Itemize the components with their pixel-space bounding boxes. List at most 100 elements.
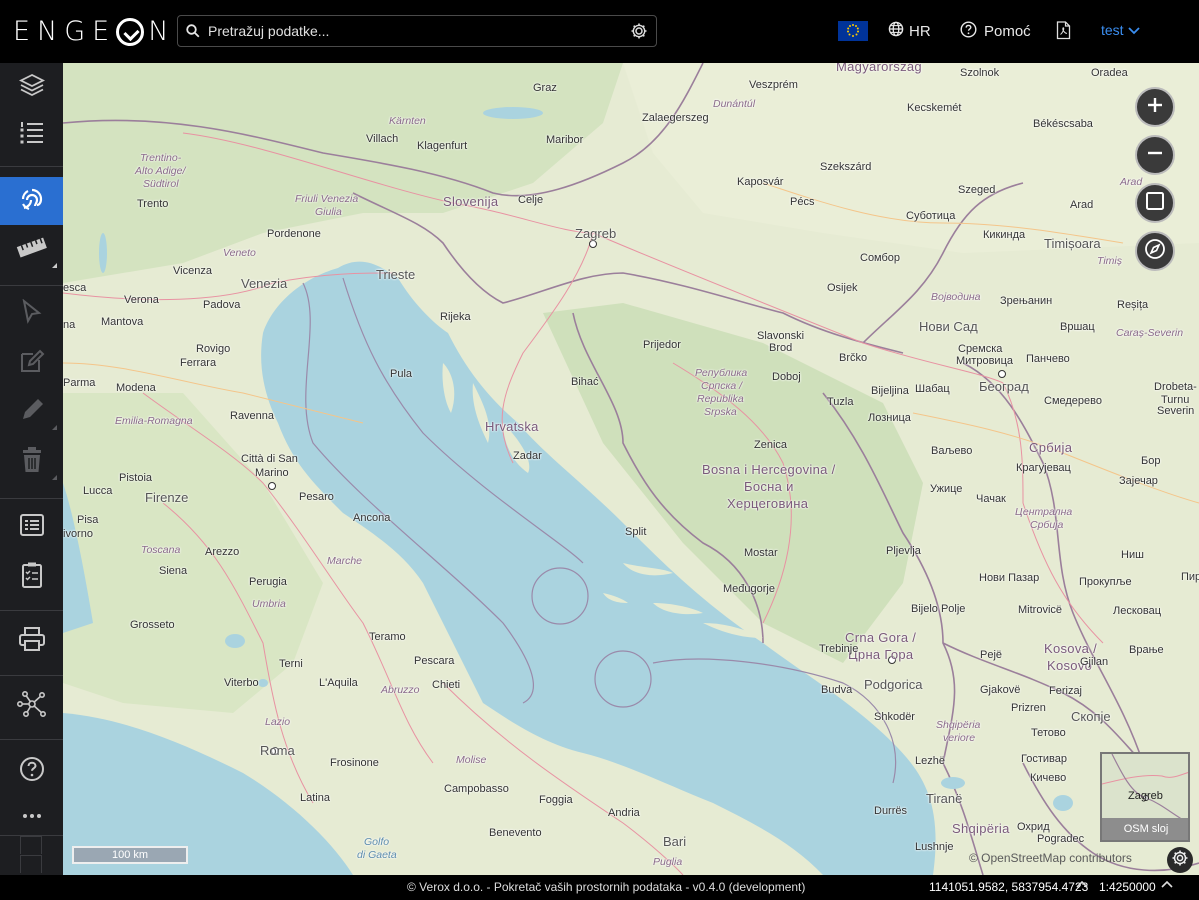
- map-label: Viterbo: [224, 677, 259, 689]
- help-button[interactable]: [0, 747, 63, 795]
- map-label: Szekszárd: [820, 161, 872, 173]
- map-label: Прокупље: [1079, 576, 1132, 588]
- collapse-handle[interactable]: [20, 836, 42, 854]
- map-label: Република: [695, 367, 748, 379]
- map-label: Zadar: [513, 450, 542, 462]
- search-icon: [178, 24, 208, 38]
- attribute-table-button[interactable]: [0, 503, 63, 551]
- identify-fingerprint-icon: [17, 184, 47, 219]
- map-label: Veszprém: [749, 79, 798, 91]
- map-canvas[interactable]: Graz Maribor Zalaegerszeg Veszprém Magya…: [63, 63, 1199, 875]
- map-label: Chieti: [432, 679, 461, 691]
- map-label: Abruzzo: [381, 684, 420, 696]
- measure-button[interactable]: [0, 226, 63, 274]
- full-extent-button[interactable]: [1135, 183, 1175, 223]
- map-label: Veneto: [223, 247, 256, 259]
- map-label: Pogradec: [1037, 833, 1085, 845]
- network-icon: [16, 690, 48, 723]
- delete-button[interactable]: [0, 438, 63, 486]
- map-label: Ваљево: [931, 445, 973, 457]
- map-label: Ravenna: [230, 410, 275, 422]
- search-input[interactable]: [208, 23, 622, 39]
- map-label: Lucca: [83, 485, 113, 497]
- chevron-up-icon[interactable]: [1161, 879, 1173, 894]
- map-attribution[interactable]: © OpenStreetMap contributors: [969, 851, 1132, 865]
- map-label: Нови Пазар: [979, 572, 1040, 584]
- map-label: Лозница: [868, 412, 911, 424]
- map-label: Охрид: [1017, 821, 1050, 833]
- map-label: Latina: [300, 792, 330, 804]
- map-label: Timiș: [1097, 255, 1122, 267]
- map-label: veriore: [943, 732, 976, 744]
- map-label: Maribor: [546, 134, 584, 146]
- map-label: Mitrovicë: [1018, 604, 1063, 616]
- map-label: Marche: [327, 555, 363, 567]
- map-label: di Gaeta: [357, 849, 397, 861]
- gear-icon: [1171, 849, 1189, 872]
- chevron-up-icon[interactable]: [1076, 879, 1088, 894]
- map-label: Кичево: [1030, 772, 1067, 784]
- map-label: Friuli Venezia: [295, 193, 359, 205]
- draw-button[interactable]: [0, 388, 63, 436]
- help-link[interactable]: Pomoć: [960, 21, 1031, 42]
- map-label: Српска /: [701, 380, 743, 392]
- print-icon: [18, 626, 46, 657]
- eu-flag-icon: [838, 21, 868, 41]
- map-label: Ferrara: [180, 357, 217, 369]
- map-label: Oradea: [1091, 67, 1128, 79]
- map-label: Tuzla: [827, 396, 854, 408]
- map-label: Doboj: [772, 371, 801, 383]
- user-menu[interactable]: test: [1101, 22, 1140, 38]
- map-label: Pécs: [790, 196, 815, 208]
- zoom-out-button[interactable]: [1135, 135, 1175, 175]
- map-label: ivorno: [63, 528, 93, 540]
- map-label: Dunántúl: [713, 98, 756, 110]
- tool-sidebar: [0, 63, 63, 875]
- map-label: Zenica: [754, 439, 788, 451]
- zoom-in-button[interactable]: [1135, 87, 1175, 127]
- map-label: Arad: [1120, 176, 1143, 188]
- map-label: Campobasso: [444, 783, 509, 795]
- pdf-document-icon[interactable]: [1056, 21, 1071, 45]
- map-label: Зрењанин: [1000, 295, 1053, 307]
- engeon-logo[interactable]: ENGE N: [13, 14, 175, 48]
- attribute-table-icon: [19, 512, 45, 543]
- map-label: Giulia: [315, 206, 342, 218]
- network-button[interactable]: [0, 682, 63, 730]
- more-button[interactable]: [0, 791, 63, 839]
- map-label: Tiranë: [926, 791, 963, 806]
- layers-button[interactable]: [0, 63, 63, 111]
- map-label: Celje: [518, 194, 544, 206]
- select-button[interactable]: [0, 290, 63, 338]
- print-button[interactable]: [0, 617, 63, 665]
- tasks-button[interactable]: [0, 553, 63, 601]
- overview-map[interactable]: Zagreb OSM sloj: [1100, 752, 1190, 842]
- language-selector[interactable]: HR: [888, 21, 931, 41]
- identify-button[interactable]: [0, 177, 63, 225]
- map-label: Mostar: [744, 547, 778, 559]
- map-label: Pula: [390, 368, 413, 380]
- map-label: Brod: [769, 342, 793, 354]
- map-label: L'Aquila: [319, 677, 358, 689]
- map-label: Lazio: [265, 716, 291, 728]
- osm-layer-button[interactable]: OSM sloj: [1102, 818, 1188, 840]
- north-compass-button[interactable]: [1135, 231, 1175, 271]
- map-label: Тетово: [1031, 727, 1066, 739]
- map-label: Zagreb: [575, 226, 617, 241]
- map-label: Gjakovë: [980, 684, 1021, 696]
- help-label: Pomoć: [984, 23, 1031, 40]
- search-settings-gear-icon[interactable]: [622, 22, 656, 40]
- legend-list-button[interactable]: [0, 111, 63, 159]
- map-label: Београд: [979, 379, 1029, 394]
- map-label: Srpska: [704, 406, 737, 418]
- map-label: Кикинда: [983, 229, 1026, 241]
- map-label: Ferizaj: [1049, 685, 1083, 697]
- edit-button[interactable]: [0, 339, 63, 387]
- map-label: Szeged: [958, 184, 996, 196]
- map-label: Ниш: [1121, 549, 1144, 561]
- map-label: Verona: [124, 294, 159, 306]
- map-label: Caraș-Severin: [1116, 327, 1184, 339]
- more-icon: [22, 806, 42, 824]
- map-settings-button[interactable]: [1167, 847, 1193, 873]
- collapse-handle[interactable]: [20, 855, 42, 873]
